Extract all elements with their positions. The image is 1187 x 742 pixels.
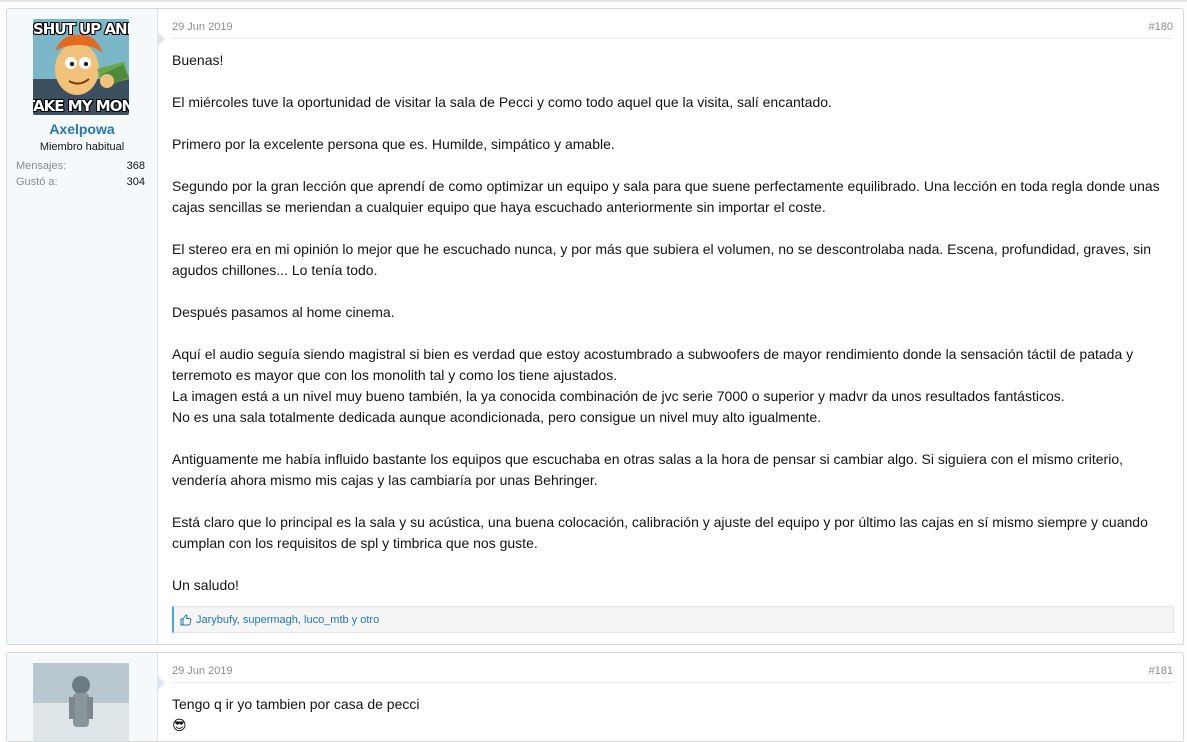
- likes-users-link[interactable]: Jarybufy, supermagh, luco_mtb y otro: [196, 614, 379, 626]
- paragraph: Antiguamente me había influido bastante …: [172, 451, 1123, 488]
- forum-post: SHUT UP AND TAKE MY MONEY Axelpowa Miemb…: [6, 8, 1184, 645]
- user-info-panel: [7, 653, 158, 741]
- stat-value: 304: [126, 176, 145, 188]
- stat-value[interactable]: 368: [127, 160, 145, 172]
- avatar[interactable]: [33, 663, 129, 741]
- post-number-link[interactable]: #181: [1149, 665, 1173, 677]
- paragraph: La imagen está a un nivel muy bueno tamb…: [172, 388, 1065, 404]
- post-body: Tengo q ir yo tambien por casa de pecci: [172, 694, 1172, 715]
- sunglasses-smiley-icon: 😎: [172, 717, 187, 733]
- forum-post: 29 Jun 2019 #181 Tengo q ir yo tambien p…: [6, 652, 1184, 742]
- avatar-caption-bottom: TAKE MY MONEY: [33, 97, 129, 115]
- user-title: Miembro habitual: [39, 141, 125, 153]
- paragraph: Primero por la excelente persona que es.…: [172, 136, 615, 152]
- paragraph: El stereo era en mi opinión lo mejor que…: [172, 241, 1152, 278]
- post-body: Buenas! El miércoles tuve la oportunidad…: [172, 50, 1172, 596]
- stat-likes: Gustó a: 304: [16, 176, 145, 188]
- paragraph: Tengo q ir yo tambien por casa de pecci: [172, 696, 420, 712]
- paragraph: Un saludo!: [172, 577, 239, 593]
- stat-label: Gustó a:: [16, 176, 58, 188]
- top-divider: [0, 0, 1187, 2]
- paragraph: El miércoles tuve la oportunidad de visi…: [172, 94, 832, 110]
- stat-label: Mensajes:: [16, 160, 67, 172]
- user-arrow: [157, 31, 165, 47]
- thumbs-up-icon: [180, 613, 192, 626]
- paragraph: Segundo por la gran lección que aprendí …: [172, 178, 1160, 215]
- paragraph: Aquí el audio seguía siendo magistral si…: [172, 346, 1134, 383]
- likes-bar: Jarybufy, supermagh, luco_mtb y otro: [172, 606, 1174, 633]
- post-date[interactable]: 29 Jun 2019: [172, 21, 233, 33]
- avatar[interactable]: SHUT UP AND TAKE MY MONEY: [33, 19, 129, 115]
- paragraph: Después pasamos al home cinema.: [172, 304, 395, 320]
- post-date[interactable]: 29 Jun 2019: [172, 665, 233, 677]
- post-header-divider: [171, 682, 1173, 683]
- user-arrow: [157, 675, 165, 691]
- paragraph: Buenas!: [172, 52, 224, 68]
- paragraph: No es una sala totalmente dedicada aunqu…: [172, 409, 822, 425]
- user-info-panel: SHUT UP AND TAKE MY MONEY Axelpowa Miemb…: [7, 9, 158, 644]
- stat-messages: Mensajes: 368: [16, 160, 145, 172]
- avatar-caption-top: SHUT UP AND: [33, 20, 129, 38]
- paragraph: Está claro que lo principal es la sala y…: [172, 514, 1148, 551]
- post-number-link[interactable]: #180: [1149, 21, 1173, 33]
- username-link[interactable]: Axelpowa: [7, 121, 157, 137]
- post-header-divider: [171, 38, 1173, 39]
